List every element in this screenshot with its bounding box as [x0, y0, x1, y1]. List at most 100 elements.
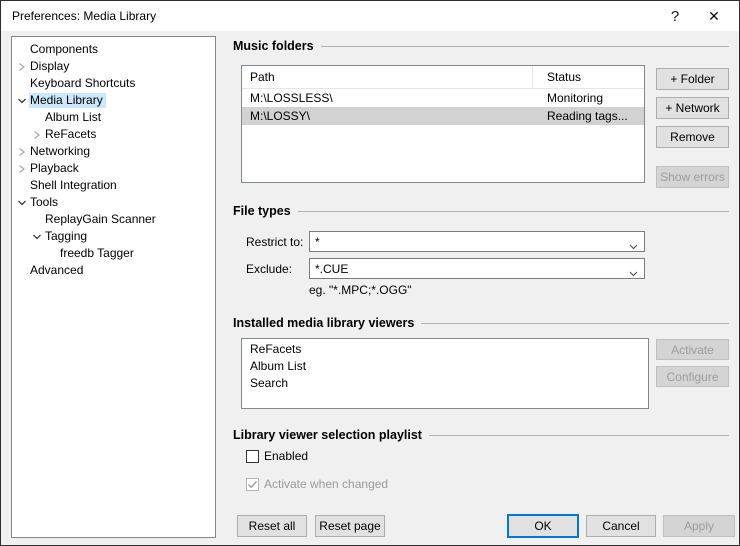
tree-item-label: Keyboard Shortcuts: [29, 76, 138, 91]
tree-item-keyboard-shortcuts[interactable]: Keyboard Shortcuts: [12, 75, 215, 92]
section-title: Library viewer selection playlist: [233, 428, 422, 442]
list-item-refacets[interactable]: ReFacets: [242, 341, 648, 358]
activate-button: Activate: [656, 339, 729, 360]
tree-item-label: Tagging: [44, 229, 90, 244]
cell-status: Reading tags...: [547, 107, 628, 125]
tree-item-freedb-tagger[interactable]: freedb Tagger: [12, 245, 215, 262]
exclude-label: Exclude:: [246, 262, 292, 276]
chevron-down-icon[interactable]: [629, 239, 638, 253]
list-item-search[interactable]: Search: [242, 375, 648, 392]
restrict-to-combobox[interactable]: *: [309, 231, 645, 252]
remove-button[interactable]: Remove: [656, 126, 729, 148]
tree-indent-spacer: [15, 180, 29, 192]
restrict-to-value: *: [315, 235, 320, 249]
tree-item-label: Components: [29, 42, 101, 57]
music-folders-section-header: Music folders: [233, 38, 729, 53]
tree-indent-spacer: [15, 78, 29, 90]
tree-item-shell-integration[interactable]: Shell Integration: [12, 177, 215, 194]
preferences-tree[interactable]: Components Display Keyboard Shortcuts Media…: [11, 36, 216, 538]
configure-button: Configure: [656, 366, 729, 387]
tree-indent-spacer: [30, 112, 44, 124]
column-header-status[interactable]: Status: [547, 70, 581, 84]
chevron-down-icon[interactable]: [15, 197, 29, 209]
ok-button[interactable]: OK: [507, 514, 579, 538]
table-row[interactable]: M:\LOSSY\ Reading tags...: [242, 107, 644, 125]
tree-item-label: Shell Integration: [29, 178, 120, 193]
tree-item-label: Media Library: [29, 93, 106, 108]
title-bar: Preferences: Media Library: [1, 1, 739, 31]
tree-item-tagging[interactable]: Tagging: [12, 228, 215, 245]
tree-item-label: Networking: [29, 144, 93, 159]
selection-playlist-section-header: Library viewer selection playlist: [233, 427, 729, 442]
reset-all-button[interactable]: Reset all: [237, 515, 307, 537]
tree-item-label: Display: [29, 59, 72, 74]
tree-item-display[interactable]: Display: [12, 58, 215, 75]
help-icon: ?: [671, 8, 679, 25]
add-folder-button[interactable]: + Folder: [656, 68, 729, 90]
tree-item-label: ReplayGain Scanner: [44, 212, 159, 227]
tree-indent-spacer: [15, 265, 29, 277]
tree-item-media-library[interactable]: Media Library: [12, 92, 215, 109]
close-button[interactable]: ✕: [697, 1, 731, 31]
chevron-right-icon[interactable]: [15, 146, 29, 158]
add-network-button[interactable]: + Network: [656, 97, 729, 119]
music-folders-table[interactable]: Path Status M:\LOSSLESS\MonitoringM:\LOS…: [241, 65, 645, 183]
table-body: M:\LOSSLESS\ Monitoring M:\LOSSY\ Reading t…: [242, 89, 644, 125]
cell-path: M:\LOSSLESS\: [250, 89, 333, 107]
viewers-section-header: Installed media library viewers: [233, 315, 729, 330]
table-row[interactable]: M:\LOSSLESS\ Monitoring: [242, 89, 644, 107]
tree-item-label: ReFacets: [44, 127, 99, 142]
tree-item-label: Tools: [29, 195, 61, 210]
tree-item-playback[interactable]: Playback: [12, 160, 215, 177]
enabled-checkbox[interactable]: [246, 450, 259, 463]
tree-item-label: Advanced: [29, 263, 86, 278]
file-types-hint: eg. "*.MPC;*.OGG": [309, 283, 412, 297]
apply-button: Apply: [663, 515, 735, 537]
enabled-label: Enabled: [264, 449, 308, 463]
tree-item-advanced[interactable]: Advanced: [12, 262, 215, 279]
list-item-album-list[interactable]: Album List: [242, 358, 648, 375]
tree-item-label: freedb Tagger: [59, 246, 137, 261]
cancel-button[interactable]: Cancel: [586, 515, 656, 537]
tree-item-components[interactable]: Components: [12, 41, 215, 58]
section-rule: [429, 435, 729, 436]
tree-indent-spacer: [30, 214, 44, 226]
enabled-checkbox-row[interactable]: Enabled: [246, 449, 308, 463]
tree-item-replaygain-scanner[interactable]: ReplayGain Scanner: [12, 211, 215, 228]
chevron-right-icon[interactable]: [15, 61, 29, 73]
tree-indent-spacer: [15, 44, 29, 56]
help-button[interactable]: ?: [658, 1, 692, 31]
window-title: Preferences: Media Library: [12, 9, 156, 23]
chevron-down-icon[interactable]: [629, 266, 638, 280]
column-divider[interactable]: [532, 66, 533, 88]
section-rule: [321, 46, 729, 47]
tree-item-tools[interactable]: Tools: [12, 194, 215, 211]
activate-when-changed-label: Activate when changed: [264, 477, 388, 491]
exclude-combobox[interactable]: *.CUE: [309, 258, 645, 279]
show-errors-button: Show errors: [656, 166, 729, 188]
viewers-listbox[interactable]: ReFacetsAlbum ListSearch: [241, 338, 649, 409]
tree-indent-spacer: [45, 248, 59, 260]
activate-when-changed-checkbox: [246, 478, 259, 491]
chevron-right-icon[interactable]: [15, 163, 29, 175]
reset-page-button[interactable]: Reset page: [315, 515, 385, 537]
close-icon: ✕: [708, 8, 720, 25]
column-header-path[interactable]: Path: [250, 70, 275, 84]
cell-status: Monitoring: [547, 89, 603, 107]
tree-item-networking[interactable]: Networking: [12, 143, 215, 160]
chevron-right-icon[interactable]: [30, 129, 44, 141]
cell-path: M:\LOSSY\: [250, 107, 310, 125]
chevron-down-icon[interactable]: [30, 231, 44, 243]
file-types-section-header: File types: [233, 203, 729, 218]
table-header-row[interactable]: Path Status: [242, 66, 644, 89]
exclude-value: *.CUE: [315, 262, 348, 276]
section-rule: [421, 323, 729, 324]
chevron-down-icon[interactable]: [15, 95, 29, 107]
tree-item-label: Album List: [44, 110, 104, 125]
tree-item-refacets[interactable]: ReFacets: [12, 126, 215, 143]
section-title: File types: [233, 204, 291, 218]
restrict-to-label: Restrict to:: [246, 235, 303, 249]
section-rule: [298, 211, 729, 212]
section-title: Music folders: [233, 39, 314, 53]
tree-item-album-list[interactable]: Album List: [12, 109, 215, 126]
